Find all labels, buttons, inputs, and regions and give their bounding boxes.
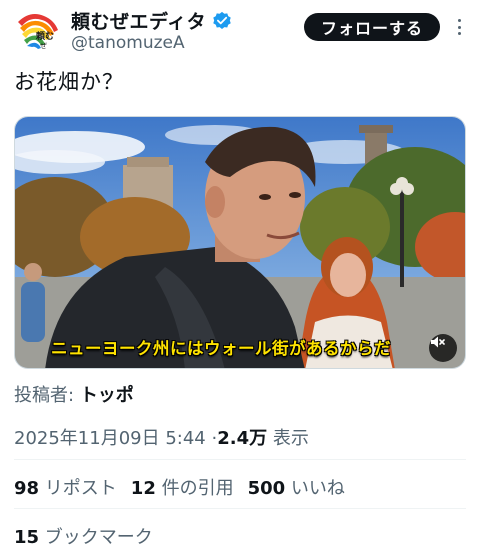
reposts-count: 98 xyxy=(14,478,40,499)
engagement-stats: 98 リポスト 12 件の引用 500 いいね xyxy=(14,474,345,500)
video-subtitle: ニューヨーク州にはウォール街があるからだ xyxy=(51,339,391,358)
quotes-label: 件の引用 xyxy=(161,478,234,499)
rainbow-logo-avatar[interactable]: 頼む ぜ xyxy=(14,8,60,54)
svg-text:ぜ: ぜ xyxy=(40,42,47,50)
video-player[interactable]: ニューヨーク州にはウォール街があるからだ xyxy=(14,116,466,369)
quotes-stat[interactable]: 12 件の引用 xyxy=(131,474,234,500)
quotes-count: 12 xyxy=(130,478,156,499)
more-options-icon[interactable] xyxy=(452,15,466,39)
reposts-label: リポスト xyxy=(44,478,117,499)
verified-badge-icon xyxy=(213,11,231,29)
views-count: 2.4万 xyxy=(217,428,268,449)
tweet-header: 頼む ぜ 頼むぜエディタ @tanomuzeA フォローする xyxy=(0,0,480,58)
poster-line: 投稿者: トッポ xyxy=(14,381,134,407)
likes-stat[interactable]: 500 いいね xyxy=(248,474,345,500)
tweet-datetime[interactable]: 2025年11月09日 5:44 xyxy=(14,428,206,449)
timestamp-line: 2025年11月09日 5:44 ·2.4万 表示 xyxy=(14,424,309,450)
svg-text:頼む: 頼む xyxy=(35,30,54,42)
bookmarks-stat[interactable]: 15 ブックマーク xyxy=(14,523,153,549)
reposts-stat[interactable]: 98 リポスト xyxy=(14,474,117,500)
likes-count: 500 xyxy=(247,478,286,499)
muted-speaker-icon[interactable] xyxy=(429,334,457,362)
views-label: 表示 xyxy=(272,428,309,449)
divider xyxy=(14,459,466,460)
author-display-name[interactable]: 頼むぜエディタ xyxy=(71,7,206,34)
divider xyxy=(14,508,466,509)
poster-name[interactable]: トッポ xyxy=(80,385,134,406)
poster-label: 投稿者: xyxy=(14,385,75,406)
bookmarks-label: ブックマーク xyxy=(44,527,153,548)
author-name-row[interactable]: 頼むぜエディタ xyxy=(71,7,232,34)
author-handle[interactable]: @tanomuzeA xyxy=(71,33,185,53)
video-frame xyxy=(15,117,465,368)
likes-label: いいね xyxy=(290,478,345,499)
follow-button[interactable]: フォローする xyxy=(304,13,440,41)
tweet-text: お花畑か？ xyxy=(14,70,124,94)
bookmarks-count: 15 xyxy=(14,527,40,548)
